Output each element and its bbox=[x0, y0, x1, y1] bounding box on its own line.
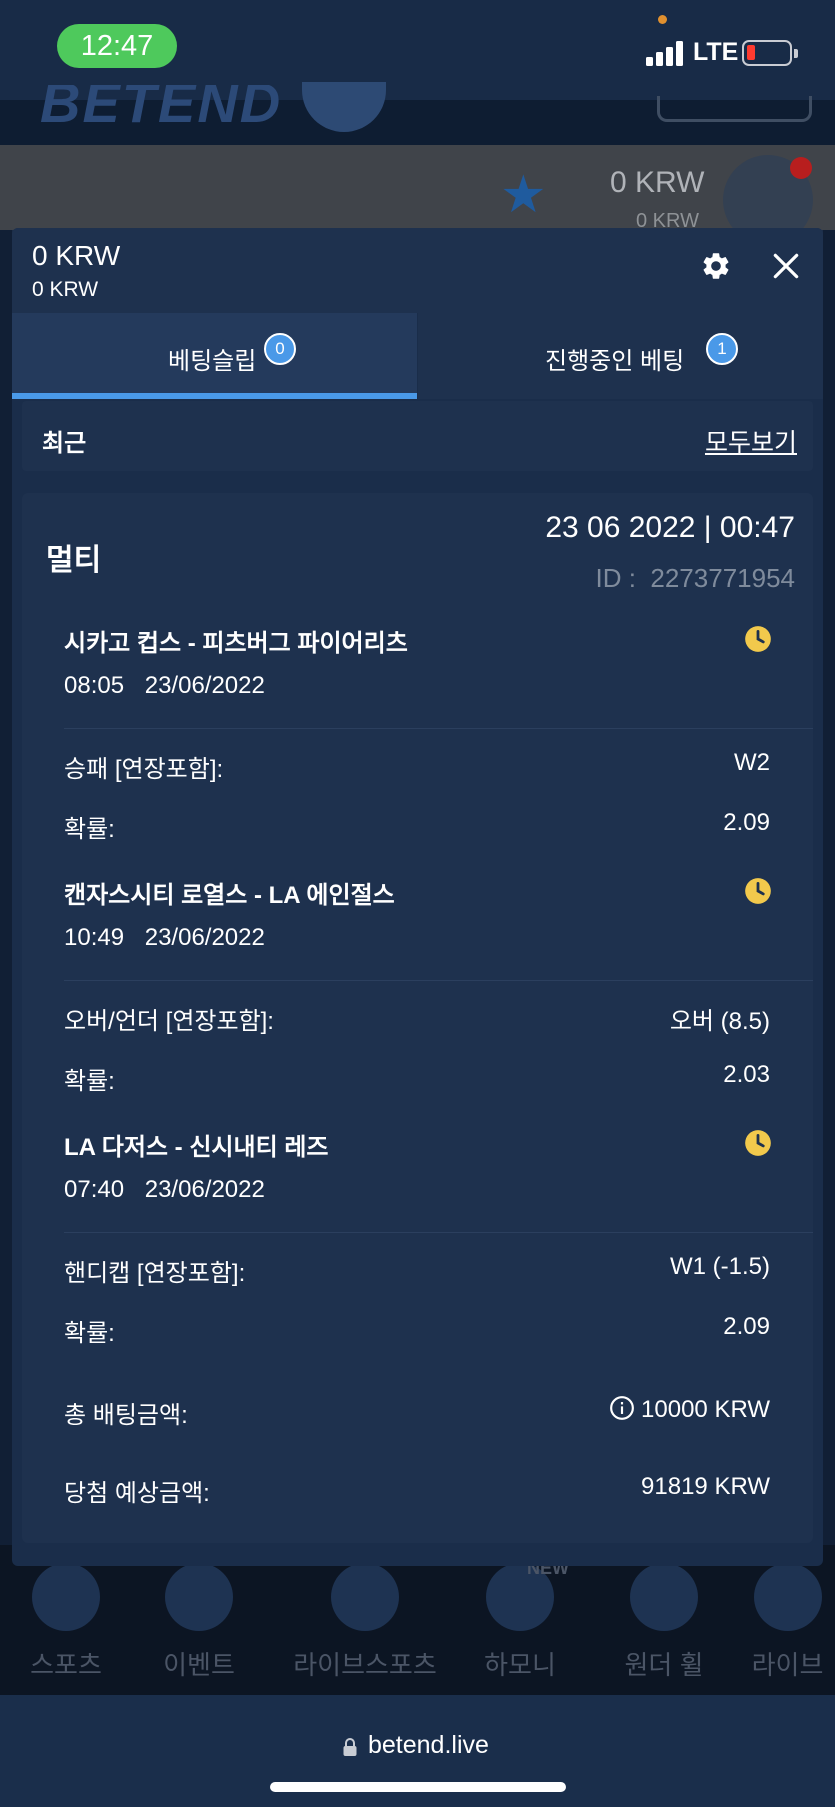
bet-slip-panel: 0 KRW 0 KRW 베팅슬립 0 진행중인 베팅 1 최근 모두보기 멀티 … bbox=[12, 228, 823, 1566]
event-odds-row: 확률: 2.03 bbox=[64, 1061, 770, 1095]
bet-card: 멀티 23 06 2022 | 00:47 ID : 2273771954 시카… bbox=[22, 493, 813, 1543]
event-odds: 2.09 bbox=[723, 1313, 770, 1340]
bet-datetime: 23 06 2022 | 00:47 bbox=[545, 511, 795, 544]
event-selection: W2 bbox=[734, 749, 770, 776]
pending-clock-icon bbox=[745, 626, 771, 652]
event-market-row: 승패 [연장포함]: W2 bbox=[64, 749, 770, 783]
total-stake: 10000 KRW bbox=[641, 1396, 770, 1423]
signal-strength-icon bbox=[646, 40, 686, 66]
potential-win-row: 당첨 예상금액: 91819 KRW bbox=[64, 1473, 770, 1507]
status-time: 12:47 bbox=[57, 24, 177, 68]
wheel-icon bbox=[630, 1563, 698, 1631]
slip-balance-sub: 0 KRW bbox=[32, 278, 99, 301]
site-menu-button bbox=[657, 96, 812, 122]
bet-event: LA 다저스 - 신시내티 레즈 07:40 23/06/2022 핸디캡 [연… bbox=[22, 1127, 813, 1379]
event-market-row: 핸디캡 [연장포함]: W1 (-1.5) bbox=[64, 1253, 770, 1287]
event-start: 07:40 23/06/2022 bbox=[64, 1176, 265, 1203]
bet-id: ID : 2273771954 bbox=[595, 563, 795, 593]
tab-open-bets[interactable]: 진행중인 베팅 1 bbox=[418, 313, 823, 399]
nav-item-live-sports: 라이브스포츠 bbox=[285, 1555, 445, 1682]
bet-event: 시카고 컵스 - 피츠버그 파이어리츠 08:05 23/06/2022 승패 … bbox=[22, 623, 813, 875]
network-type: LTE bbox=[693, 38, 739, 66]
recent-section-header: 최근 모두보기 bbox=[22, 401, 813, 471]
potential-win: 91819 KRW bbox=[641, 1473, 770, 1500]
bet-type: 멀티 bbox=[46, 544, 102, 577]
event-odds: 2.03 bbox=[723, 1061, 770, 1088]
divider bbox=[64, 980, 813, 981]
page-edge-right bbox=[823, 230, 835, 1570]
privacy-indicator-dot bbox=[658, 15, 667, 24]
recent-title: 최근 bbox=[42, 430, 87, 457]
event-market-row: 오버/언더 [연장포함]: 오버 (8.5) bbox=[64, 1001, 770, 1035]
event-match: 캔자스시티 로열스 - LA 에인절스 bbox=[64, 882, 395, 909]
event-start: 10:49 23/06/2022 bbox=[64, 924, 265, 951]
gift-icon bbox=[165, 1563, 233, 1631]
bet-slip-header: 0 KRW 0 KRW bbox=[12, 228, 823, 313]
nav-item-sports: 스포츠 bbox=[6, 1555, 126, 1682]
event-selection: W1 (-1.5) bbox=[669, 1253, 770, 1280]
page-edge-left bbox=[0, 230, 12, 1570]
nav-item-live: 라이브 bbox=[740, 1555, 835, 1682]
site-account-bar bbox=[0, 145, 835, 230]
event-match: 시카고 컵스 - 피츠버그 파이어리츠 bbox=[64, 630, 408, 657]
battery-icon bbox=[742, 40, 798, 66]
event-odds-row: 확률: 2.09 bbox=[64, 809, 770, 843]
roulette-icon bbox=[753, 1563, 822, 1631]
view-all-link[interactable]: 모두보기 bbox=[705, 423, 797, 459]
pending-clock-icon bbox=[745, 1130, 771, 1156]
favorites-star-icon: ★ bbox=[500, 166, 547, 224]
divider bbox=[64, 1232, 813, 1233]
divider bbox=[64, 728, 813, 729]
soccer-ball-icon bbox=[32, 1563, 100, 1631]
nav-item-wonder-wheel: 원더 휠 bbox=[604, 1555, 724, 1682]
event-odds: 2.09 bbox=[723, 809, 770, 836]
event-start: 08:05 23/06/2022 bbox=[64, 672, 265, 699]
event-odds-row: 확률: 2.09 bbox=[64, 1313, 770, 1347]
notification-dot bbox=[790, 157, 812, 179]
total-stake-row: 총 배팅금액: 10000 KRW bbox=[64, 1395, 770, 1429]
pending-clock-icon bbox=[745, 878, 771, 904]
gear-icon[interactable] bbox=[700, 250, 732, 282]
tab-open-bets-label: 진행중인 베팅 bbox=[545, 348, 685, 375]
info-icon[interactable] bbox=[609, 1395, 635, 1421]
tab-bet-slip[interactable]: 베팅슬립 0 bbox=[12, 313, 417, 399]
site-balance: 0 KRW bbox=[610, 166, 705, 199]
event-selection: 오버 (8.5) bbox=[669, 1008, 770, 1035]
bet-slip-tabs: 베팅슬립 0 진행중인 베팅 1 bbox=[12, 313, 823, 399]
lock-icon bbox=[343, 1738, 357, 1756]
bet-event: 캔자스시티 로열스 - LA 에인절스 10:49 23/06/2022 오버/… bbox=[22, 875, 813, 1127]
tab-bet-slip-label: 베팅슬립 bbox=[168, 348, 257, 375]
tab-bet-slip-count: 0 bbox=[264, 333, 296, 365]
nav-item-events: 이벤트 bbox=[139, 1555, 259, 1682]
browser-url: betend.live bbox=[368, 1731, 489, 1759]
tab-open-bets-count: 1 bbox=[706, 333, 738, 365]
live-tv-icon bbox=[331, 1563, 399, 1631]
close-icon[interactable] bbox=[770, 250, 802, 282]
slip-balance: 0 KRW bbox=[32, 240, 121, 271]
home-indicator[interactable] bbox=[270, 1782, 566, 1792]
event-match: LA 다저스 - 신시내티 레즈 bbox=[64, 1134, 329, 1161]
